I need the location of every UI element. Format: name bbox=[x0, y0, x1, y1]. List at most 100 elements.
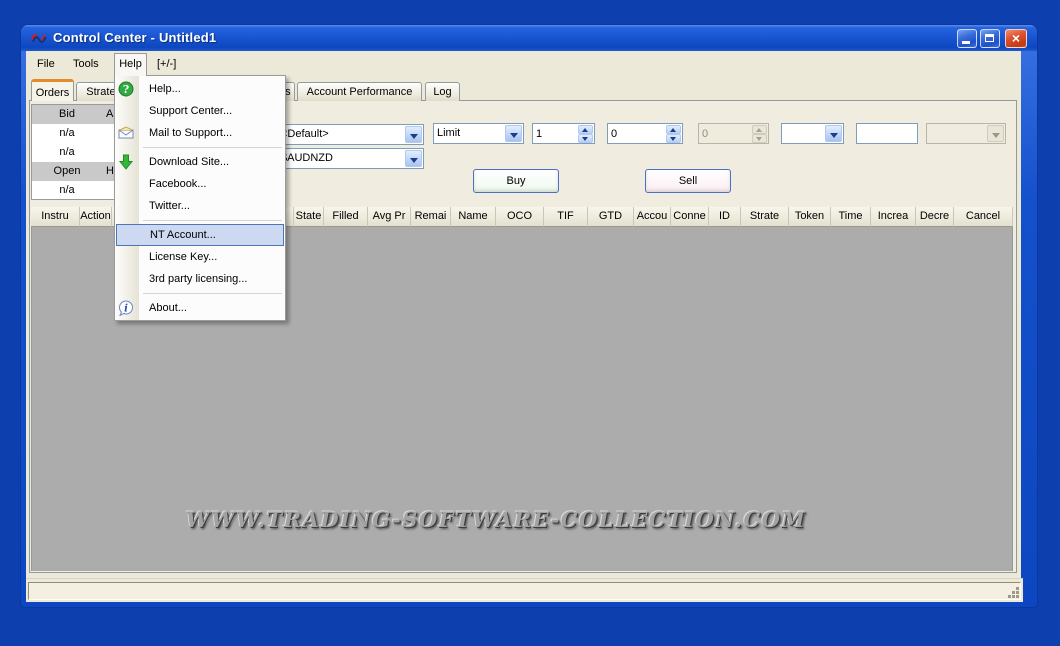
tab-orders[interactable]: Orders bbox=[31, 79, 74, 101]
maximize-icon bbox=[985, 34, 994, 42]
menu-file[interactable]: File bbox=[29, 55, 63, 74]
col-header-filled[interactable]: Filled bbox=[324, 207, 368, 227]
menu-item-label: Twitter... bbox=[149, 195, 190, 217]
col-header-connection[interactable]: Conne bbox=[671, 207, 709, 227]
menu-item-label: License Key... bbox=[149, 246, 217, 268]
menu-item-help[interactable]: ? Help... bbox=[115, 78, 285, 100]
menu-item-label: About... bbox=[149, 297, 187, 319]
tab-label: Account Performance bbox=[307, 86, 413, 98]
status-panel bbox=[28, 582, 1021, 600]
col-header-gtd[interactable]: GTD bbox=[588, 207, 634, 227]
col-header-tif[interactable]: TIF bbox=[544, 207, 588, 227]
menu-separator bbox=[143, 293, 282, 294]
menu-item-label: 3rd party licensing... bbox=[149, 268, 247, 290]
col-header-name[interactable]: Name bbox=[451, 207, 496, 227]
menu-plus-minus[interactable]: [+/-] bbox=[149, 55, 184, 74]
col-header-instrument[interactable]: Instru bbox=[31, 207, 80, 227]
close-icon: × bbox=[1006, 30, 1026, 47]
menu-item-label: Download Site... bbox=[149, 151, 229, 173]
chevron-down-icon[interactable] bbox=[505, 125, 522, 142]
col-header-id[interactable]: ID bbox=[709, 207, 741, 227]
bid-value-2: n/a bbox=[32, 143, 102, 162]
col-header-cancel[interactable]: Cancel bbox=[954, 207, 1013, 227]
info-icon: i bbox=[118, 300, 134, 316]
titlebar[interactable]: Control Center - Untitled1 × bbox=[21, 25, 1037, 51]
order-type-value: Limit bbox=[437, 127, 460, 139]
limit-price-input[interactable] bbox=[608, 124, 668, 143]
menu-item-nt-account[interactable]: NT Account... bbox=[116, 224, 284, 246]
svg-text:i: i bbox=[124, 304, 128, 315]
open-header: Open bbox=[32, 162, 102, 181]
tab-account-performance[interactable]: Account Performance bbox=[297, 82, 422, 101]
minimize-icon bbox=[962, 41, 970, 44]
atm-preset-value: <Default> bbox=[281, 128, 329, 140]
mail-icon bbox=[118, 125, 134, 141]
oco-field[interactable] bbox=[856, 123, 918, 144]
menu-help[interactable]: Help bbox=[114, 53, 147, 76]
menu-item-mail-to-support[interactable]: Mail to Support... bbox=[115, 122, 285, 144]
stop-price-stepper bbox=[698, 123, 769, 144]
instrument-combo[interactable]: $AUDNZD bbox=[277, 148, 424, 169]
col-header-increase[interactable]: Increa bbox=[871, 207, 916, 227]
col-header-avg-price[interactable]: Avg Pr bbox=[368, 207, 411, 227]
menu-item-download-site[interactable]: Download Site... bbox=[115, 151, 285, 173]
window-title: Control Center - Untitled1 bbox=[53, 30, 216, 45]
instrument-value: $AUDNZD bbox=[281, 152, 333, 164]
maximize-button[interactable] bbox=[980, 29, 1000, 48]
spin-down-icon[interactable] bbox=[578, 134, 593, 143]
resize-grip[interactable] bbox=[1007, 586, 1019, 598]
svg-text:?: ? bbox=[123, 83, 129, 96]
menu-item-label: Mail to Support... bbox=[149, 122, 232, 144]
buy-button[interactable]: Buy bbox=[473, 169, 559, 193]
menu-item-support-center[interactable]: Support Center... bbox=[115, 100, 285, 122]
menu-item-license-key[interactable]: License Key... bbox=[115, 246, 285, 268]
chevron-down-icon bbox=[987, 125, 1004, 142]
tab-label: Log bbox=[433, 86, 451, 98]
qty-input[interactable] bbox=[533, 124, 580, 143]
atm-preset-combo[interactable]: <Default> bbox=[277, 124, 424, 145]
chevron-down-icon[interactable] bbox=[405, 150, 422, 167]
close-button[interactable]: × bbox=[1005, 29, 1027, 48]
chevron-down-icon[interactable] bbox=[405, 126, 422, 143]
order-type-combo[interactable]: Limit bbox=[433, 123, 524, 144]
col-header-action[interactable]: Action bbox=[80, 207, 112, 227]
menu-item-label: Help... bbox=[149, 78, 181, 100]
spin-up-icon bbox=[752, 125, 767, 134]
tab-log[interactable]: Log bbox=[425, 82, 460, 101]
menu-separator bbox=[143, 220, 282, 221]
menu-item-3rd-party-licensing[interactable]: 3rd party licensing... bbox=[115, 268, 285, 290]
col-header-strategy[interactable]: Strate bbox=[741, 207, 789, 227]
menu-item-about[interactable]: i About... bbox=[115, 297, 285, 319]
minimize-button[interactable] bbox=[957, 29, 977, 48]
limit-price-stepper[interactable] bbox=[607, 123, 683, 144]
menu-item-label: Support Center... bbox=[149, 100, 232, 122]
sell-button[interactable]: Sell bbox=[645, 169, 731, 193]
spin-down-icon[interactable] bbox=[666, 134, 681, 143]
col-header-time[interactable]: Time bbox=[831, 207, 871, 227]
col-header-token[interactable]: Token bbox=[789, 207, 831, 227]
help-circle-icon: ? bbox=[118, 81, 134, 97]
col-header-oco[interactable]: OCO bbox=[496, 207, 544, 227]
account-combo bbox=[926, 123, 1006, 144]
spin-up-icon[interactable] bbox=[578, 125, 593, 134]
watermark-text: WWW.TRADING-SOFTWARE-COLLECTION.COM bbox=[6, 507, 986, 532]
tif-combo[interactable] bbox=[781, 123, 844, 144]
menu-item-label: NT Account... bbox=[150, 225, 216, 245]
col-header-decrease[interactable]: Decre bbox=[916, 207, 954, 227]
col-header-account[interactable]: Accou bbox=[634, 207, 671, 227]
open-value: n/a bbox=[32, 181, 102, 200]
col-header-state[interactable]: State bbox=[294, 207, 324, 227]
spin-up-icon[interactable] bbox=[666, 125, 681, 134]
spin-down-icon bbox=[752, 134, 767, 143]
menu-item-twitter[interactable]: Twitter... bbox=[115, 195, 285, 217]
ninjatrader-logo-icon bbox=[31, 30, 47, 46]
col-header-remaining[interactable]: Remai bbox=[411, 207, 451, 227]
download-arrow-icon bbox=[118, 154, 134, 170]
menu-separator bbox=[143, 147, 282, 148]
qty-stepper[interactable] bbox=[532, 123, 595, 144]
menu-item-facebook[interactable]: Facebook... bbox=[115, 173, 285, 195]
menu-tools[interactable]: Tools bbox=[65, 55, 107, 74]
tab-label: Orders bbox=[36, 87, 70, 99]
chevron-down-icon[interactable] bbox=[825, 125, 842, 142]
oco-input[interactable] bbox=[857, 125, 917, 144]
